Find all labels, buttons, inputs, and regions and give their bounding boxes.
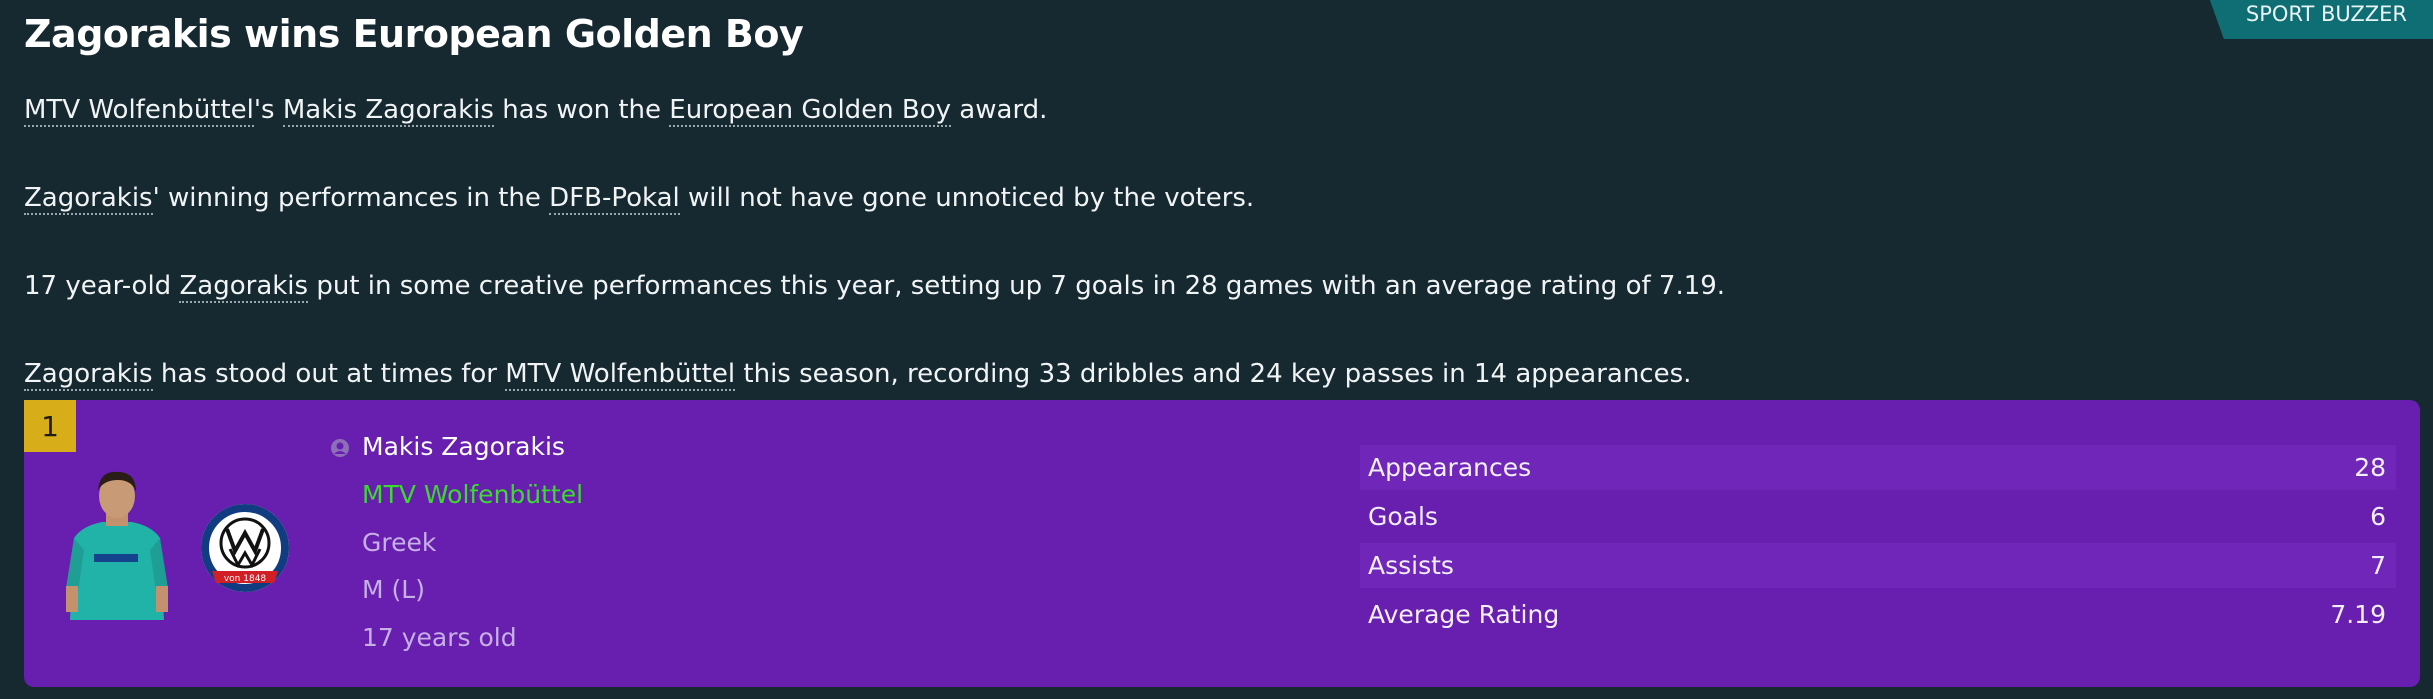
article-paragraph-2: Zagorakis' winning performances in the D… (24, 183, 1255, 215)
player-link[interactable]: Zagorakis (24, 359, 153, 391)
text: ' winning performances in the (152, 183, 550, 213)
competition-link[interactable]: DFB-Pokal (549, 183, 680, 215)
stat-label: Appearances (1368, 453, 1532, 482)
article-paragraph-4: Zagorakis has stood out at times for MTV… (24, 359, 1692, 391)
stat-row-assists: Assists 7 (1360, 543, 2396, 588)
club-name-link[interactable]: MTV Wolfenbüttel (362, 480, 583, 509)
stat-value: 7 (2370, 551, 2386, 580)
player-link[interactable]: Makis Zagorakis (282, 95, 494, 127)
stat-value: 7.19 (2330, 600, 2386, 629)
text: has won the (493, 95, 670, 125)
article-headline: Zagorakis wins European Golden Boy (24, 12, 804, 56)
text: put in some creative performances this y… (308, 271, 1726, 301)
player-nationality: Greek (362, 528, 437, 557)
badge-year: von 1848 (224, 574, 267, 584)
award-link[interactable]: European Golden Boy (669, 95, 952, 127)
player-link[interactable]: Zagorakis (179, 271, 309, 303)
text: will not have gone unnoticed by the vote… (679, 183, 1255, 213)
rank-number: 1 (41, 409, 59, 443)
club-link[interactable]: MTV Wolfenbüttel (24, 95, 254, 127)
article-paragraph-3: 17 year-old Zagorakis put in some creati… (24, 271, 1726, 303)
player-photo[interactable] (62, 468, 172, 620)
stat-label: Goals (1368, 502, 1438, 531)
club-link[interactable]: MTV Wolfenbüttel (505, 359, 736, 391)
rank-badge: 1 (24, 400, 76, 452)
award-winner-card: 1 von 1848 Makis Zagorakis MTV Wolfenbüt… (24, 400, 2420, 687)
text: has stood out at times for (152, 359, 506, 389)
stat-value: 6 (2370, 502, 2386, 531)
player-link[interactable]: Zagorakis (24, 183, 153, 215)
text: 's (253, 95, 283, 125)
text: this season, recording 33 dribbles and 2… (735, 359, 1692, 389)
stat-value: 28 (2354, 453, 2386, 482)
club-badge[interactable]: von 1848 (200, 503, 290, 593)
stat-row-goals: Goals 6 (1360, 494, 2396, 539)
stat-label: Assists (1368, 551, 1454, 580)
text: award. (951, 95, 1048, 125)
stat-row-average-rating: Average Rating 7.19 (1360, 592, 2396, 637)
player-position: M (L) (362, 575, 425, 604)
player-age: 17 years old (362, 623, 517, 652)
stat-label: Average Rating (1368, 600, 1560, 629)
source-tag: SPORT BUZZER (2209, 0, 2433, 39)
player-name-link[interactable]: Makis Zagorakis (362, 432, 565, 461)
text: 17 year-old (24, 271, 180, 301)
person-icon (331, 439, 349, 457)
stats-table: Appearances 28 Goals 6 Assists 7 Average… (1360, 445, 2396, 641)
article-paragraph-1: MTV Wolfenbüttel's Makis Zagorakis has w… (24, 95, 1048, 127)
stat-row-appearances: Appearances 28 (1360, 445, 2396, 490)
source-label: SPORT BUZZER (2245, 2, 2407, 26)
